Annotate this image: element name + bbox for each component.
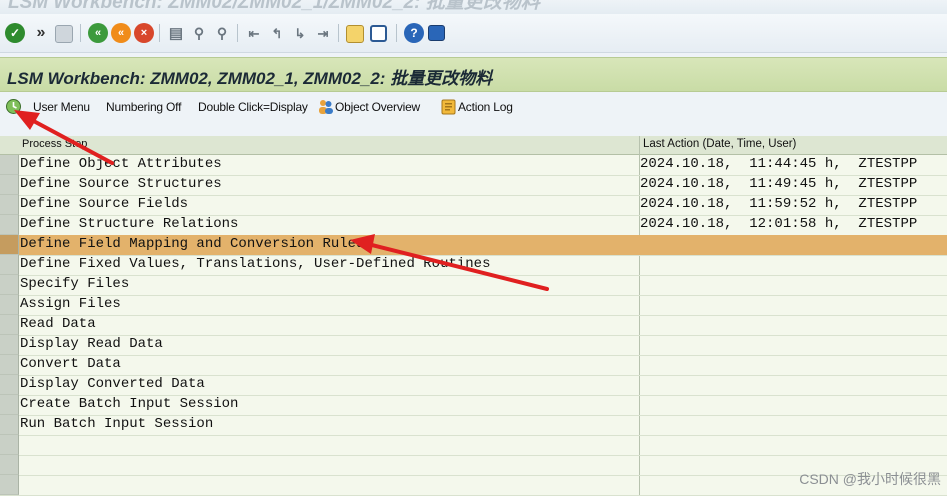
table-row[interactable]: Display Read Data bbox=[0, 335, 947, 356]
column-header-process-step[interactable]: Process Step bbox=[22, 138, 87, 150]
process-steps-table: Process Step Last Action (Date, Time, Us… bbox=[0, 136, 947, 496]
process-step-cell[interactable]: Display Read Data bbox=[20, 336, 163, 352]
row-selector[interactable] bbox=[0, 295, 19, 315]
cancel-icon[interactable]: × bbox=[134, 23, 154, 43]
row-selector[interactable] bbox=[0, 175, 19, 195]
process-step-cell[interactable]: Define Object Attributes bbox=[20, 156, 222, 172]
row-selector[interactable] bbox=[0, 315, 19, 335]
row-selector[interactable] bbox=[0, 255, 19, 275]
row-selector[interactable] bbox=[0, 155, 19, 175]
back-icon[interactable]: « bbox=[88, 23, 108, 43]
toolbar-separator bbox=[80, 24, 81, 42]
layout-icon[interactable] bbox=[428, 25, 445, 41]
column-header-last-action[interactable]: Last Action (Date, Time, User) bbox=[643, 138, 796, 150]
find-icon[interactable]: ⚲ bbox=[189, 23, 209, 43]
row-selector[interactable] bbox=[0, 355, 19, 375]
process-step-cell[interactable]: Define Field Mapping and Conversion Rule… bbox=[20, 236, 364, 252]
log-icon[interactable] bbox=[440, 98, 457, 115]
watermark: CSDN @我小时候很黑 bbox=[799, 471, 941, 487]
row-selector[interactable] bbox=[0, 475, 19, 495]
exit-icon[interactable]: « bbox=[111, 23, 131, 43]
row-selector[interactable] bbox=[0, 375, 19, 395]
shortcut-icon[interactable] bbox=[370, 25, 387, 42]
help-icon[interactable]: ? bbox=[404, 23, 424, 43]
process-step-cell[interactable]: Convert Data bbox=[20, 356, 121, 372]
chevron-more-icon[interactable]: » bbox=[31, 23, 51, 43]
row-selector[interactable] bbox=[0, 435, 19, 455]
toolbar-separator bbox=[396, 24, 397, 42]
table-row[interactable]: Assign Files bbox=[0, 295, 947, 316]
table-row[interactable]: Convert Data bbox=[0, 355, 947, 376]
row-selector[interactable] bbox=[0, 235, 19, 255]
row-selector[interactable] bbox=[0, 195, 19, 215]
row-selector[interactable] bbox=[0, 215, 19, 235]
process-step-cell[interactable]: Run Batch Input Session bbox=[20, 416, 213, 432]
process-step-cell[interactable]: Define Source Structures bbox=[20, 176, 222, 192]
last-page-icon[interactable]: ⇥ bbox=[313, 23, 333, 43]
toolbar-separator bbox=[237, 24, 238, 42]
toolbar-separator bbox=[159, 24, 160, 42]
prev-page-icon[interactable]: ↰ bbox=[267, 23, 287, 43]
last-action-cell: 2024.10.18, 11:44:45 h, ZTESTPP bbox=[640, 156, 918, 172]
window-title-bar: LSM Workbench: ZMM02/ZMM02_1/ZMM02_2: 批量… bbox=[0, 0, 947, 14]
process-step-cell[interactable]: Create Batch Input Session bbox=[20, 396, 238, 412]
table-row[interactable]: Define Source Structures 2024.10.18, 11:4… bbox=[0, 175, 947, 196]
table-row[interactable]: Define Fixed Values, Translations, User-… bbox=[0, 255, 947, 276]
page-title: LSM Workbench: ZMM02, ZMM02_1, ZMM02_2: … bbox=[7, 69, 493, 88]
last-action-cell: 2024.10.18, 11:59:52 h, ZTESTPP bbox=[640, 196, 918, 212]
check-icon[interactable]: ✓ bbox=[5, 23, 25, 43]
table-row[interactable] bbox=[0, 435, 947, 456]
user-menu-button[interactable]: User Menu bbox=[33, 100, 90, 114]
process-step-cell[interactable]: Display Converted Data bbox=[20, 376, 205, 392]
people-overview-icon[interactable] bbox=[317, 98, 334, 115]
last-action-cell: 2024.10.18, 11:49:45 h, ZTESTPP bbox=[640, 176, 918, 192]
double-click-display-button[interactable]: Double Click=Display bbox=[198, 100, 308, 114]
create-session-icon[interactable] bbox=[346, 25, 364, 43]
process-step-cell[interactable]: Read Data bbox=[20, 316, 96, 332]
application-toolbar: User Menu Numbering Off Double Click=Dis… bbox=[0, 92, 947, 124]
table-row[interactable]: Display Converted Data bbox=[0, 375, 947, 396]
table-row[interactable]: Run Batch Input Session bbox=[0, 415, 947, 436]
save-icon[interactable] bbox=[55, 25, 73, 43]
next-page-icon[interactable]: ↳ bbox=[290, 23, 310, 43]
window-title: LSM Workbench: ZMM02/ZMM02_1/ZMM02_2: 批量… bbox=[8, 0, 540, 13]
row-selector[interactable] bbox=[0, 415, 19, 435]
object-overview-button[interactable]: Object Overview bbox=[335, 100, 420, 114]
find-next-icon[interactable]: ⚲ bbox=[212, 23, 232, 43]
execute-clock-icon[interactable] bbox=[5, 98, 22, 115]
numbering-off-button[interactable]: Numbering Off bbox=[106, 100, 181, 114]
table-row[interactable]: Define Object Attributes 2024.10.18, 11:4… bbox=[0, 155, 947, 176]
table-row-selected[interactable]: Define Field Mapping and Conversion Rule… bbox=[0, 235, 947, 256]
table-header: Process Step Last Action (Date, Time, Us… bbox=[0, 136, 947, 155]
first-page-icon[interactable]: ⇤ bbox=[244, 23, 264, 43]
table-row[interactable]: Read Data bbox=[0, 315, 947, 336]
standard-toolbar: ✓ » « « × ▤ ⚲ ⚲ ⇤ ↰ ↳ ⇥ ? bbox=[0, 14, 947, 53]
print-icon[interactable]: ▤ bbox=[166, 23, 186, 43]
table-row[interactable]: Specify Files bbox=[0, 275, 947, 296]
row-selector[interactable] bbox=[0, 335, 19, 355]
row-selector[interactable] bbox=[0, 395, 19, 415]
process-step-cell[interactable]: Specify Files bbox=[20, 276, 129, 292]
table-row[interactable]: Define Source Fields 2024.10.18, 11:59:52… bbox=[0, 195, 947, 216]
process-step-cell[interactable]: Define Fixed Values, Translations, User-… bbox=[20, 256, 490, 272]
process-step-cell[interactable]: Define Source Fields bbox=[20, 196, 188, 212]
screen-title-bar: LSM Workbench: ZMM02, ZMM02_1, ZMM02_2: … bbox=[0, 57, 947, 92]
table-row[interactable]: Create Batch Input Session bbox=[0, 395, 947, 416]
toolbar-separator bbox=[338, 24, 339, 42]
last-action-cell: 2024.10.18, 12:01:58 h, ZTESTPP bbox=[640, 216, 918, 232]
process-step-cell[interactable]: Define Structure Relations bbox=[20, 216, 238, 232]
row-selector[interactable] bbox=[0, 275, 19, 295]
action-log-button[interactable]: Action Log bbox=[458, 100, 513, 114]
table-row[interactable]: Define Structure Relations 2024.10.18, 12… bbox=[0, 215, 947, 236]
process-step-cell[interactable]: Assign Files bbox=[20, 296, 121, 312]
row-selector[interactable] bbox=[0, 455, 19, 475]
